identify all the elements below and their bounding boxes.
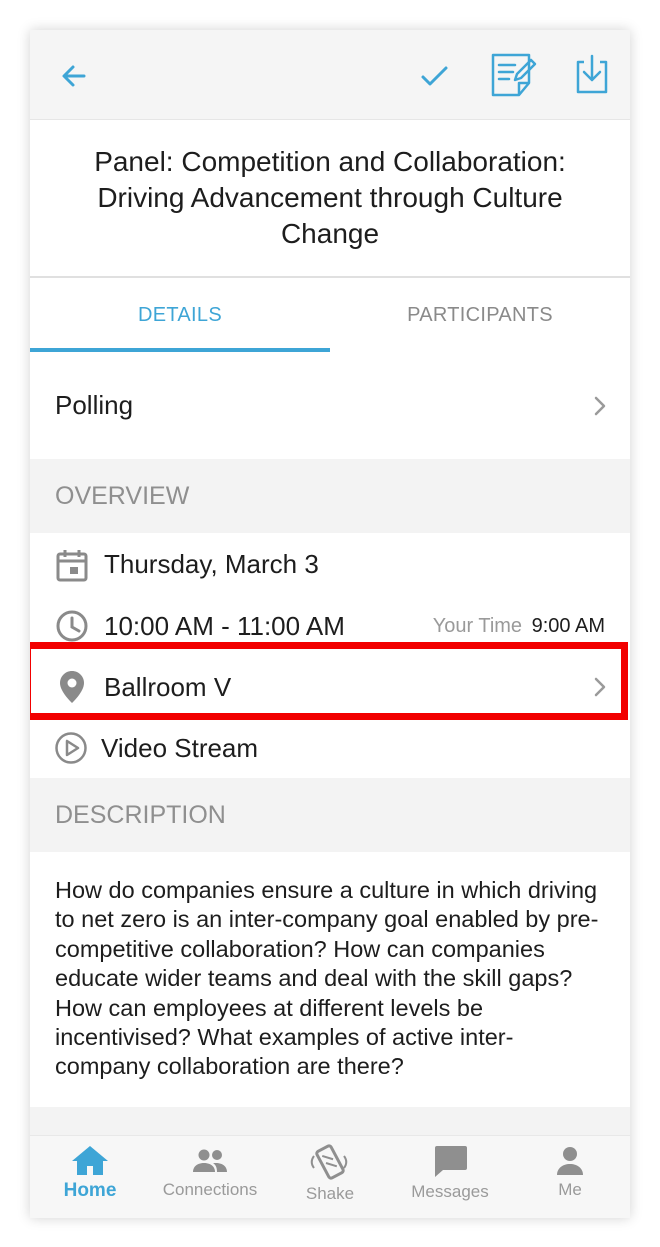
- nav-connections[interactable]: Connections: [150, 1136, 270, 1218]
- calendar-icon: [56, 549, 88, 581]
- section-divider: [30, 1107, 630, 1135]
- nav-shake[interactable]: Shake: [270, 1136, 390, 1218]
- polling-row[interactable]: Polling: [30, 352, 630, 459]
- polling-label: Polling: [55, 390, 134, 420]
- tab-participants[interactable]: PARTICIPANTS: [330, 278, 630, 352]
- nav-label-shake: Shake: [305, 1184, 355, 1203]
- your-time-label: Your Time: [432, 614, 523, 637]
- description-header: DESCRIPTION: [30, 778, 630, 852]
- session-title: Panel: Competition and Collaboration: Dr…: [30, 120, 630, 278]
- nav-home[interactable]: Home: [30, 1136, 150, 1218]
- clock-icon: [56, 610, 88, 642]
- play-circle-icon: [55, 732, 87, 764]
- people-icon: [193, 1149, 227, 1172]
- checkmark-icon[interactable]: [412, 54, 456, 98]
- nav-label-me: Me: [558, 1180, 582, 1199]
- session-date: Thursday, March 3: [104, 549, 319, 579]
- video-stream-row[interactable]: Video Stream: [30, 718, 630, 778]
- overview-header: OVERVIEW: [30, 459, 630, 533]
- date-row: Thursday, March 3: [30, 533, 630, 596]
- nav-messages[interactable]: Messages: [390, 1136, 510, 1218]
- notes-icon[interactable]: [488, 50, 538, 100]
- top-bar: [30, 30, 630, 120]
- nav-label-home: Home: [63, 1180, 117, 1201]
- home-icon: [72, 1146, 108, 1175]
- bottom-nav: Home Connections Shake Messages Me: [30, 1135, 630, 1218]
- tab-bar: DETAILS PARTICIPANTS: [30, 278, 630, 352]
- nav-label-messages: Messages: [411, 1182, 489, 1201]
- your-time-value: 9:00 AM: [531, 614, 605, 637]
- person-icon: [557, 1147, 583, 1175]
- shake-phone-icon: [310, 1144, 348, 1180]
- session-time: 10:00 AM - 11:00 AM: [104, 610, 345, 641]
- your-time: Your Time 9:00 AM: [433, 615, 605, 638]
- chevron-right-icon: [594, 396, 606, 415]
- back-arrow-icon[interactable]: [52, 54, 96, 98]
- chat-icon: [435, 1146, 467, 1177]
- download-icon[interactable]: [572, 52, 612, 98]
- tab-details[interactable]: DETAILS: [30, 278, 330, 352]
- description-text: How do companies ensure a culture in whi…: [55, 877, 599, 1080]
- location-highlight-box: [30, 642, 628, 720]
- nav-me[interactable]: Me: [510, 1136, 630, 1218]
- nav-label-connections: Connections: [162, 1180, 258, 1199]
- video-stream-label: Video Stream: [101, 732, 259, 763]
- phone-screen: Panel: Competition and Collaboration: Dr…: [30, 30, 630, 1218]
